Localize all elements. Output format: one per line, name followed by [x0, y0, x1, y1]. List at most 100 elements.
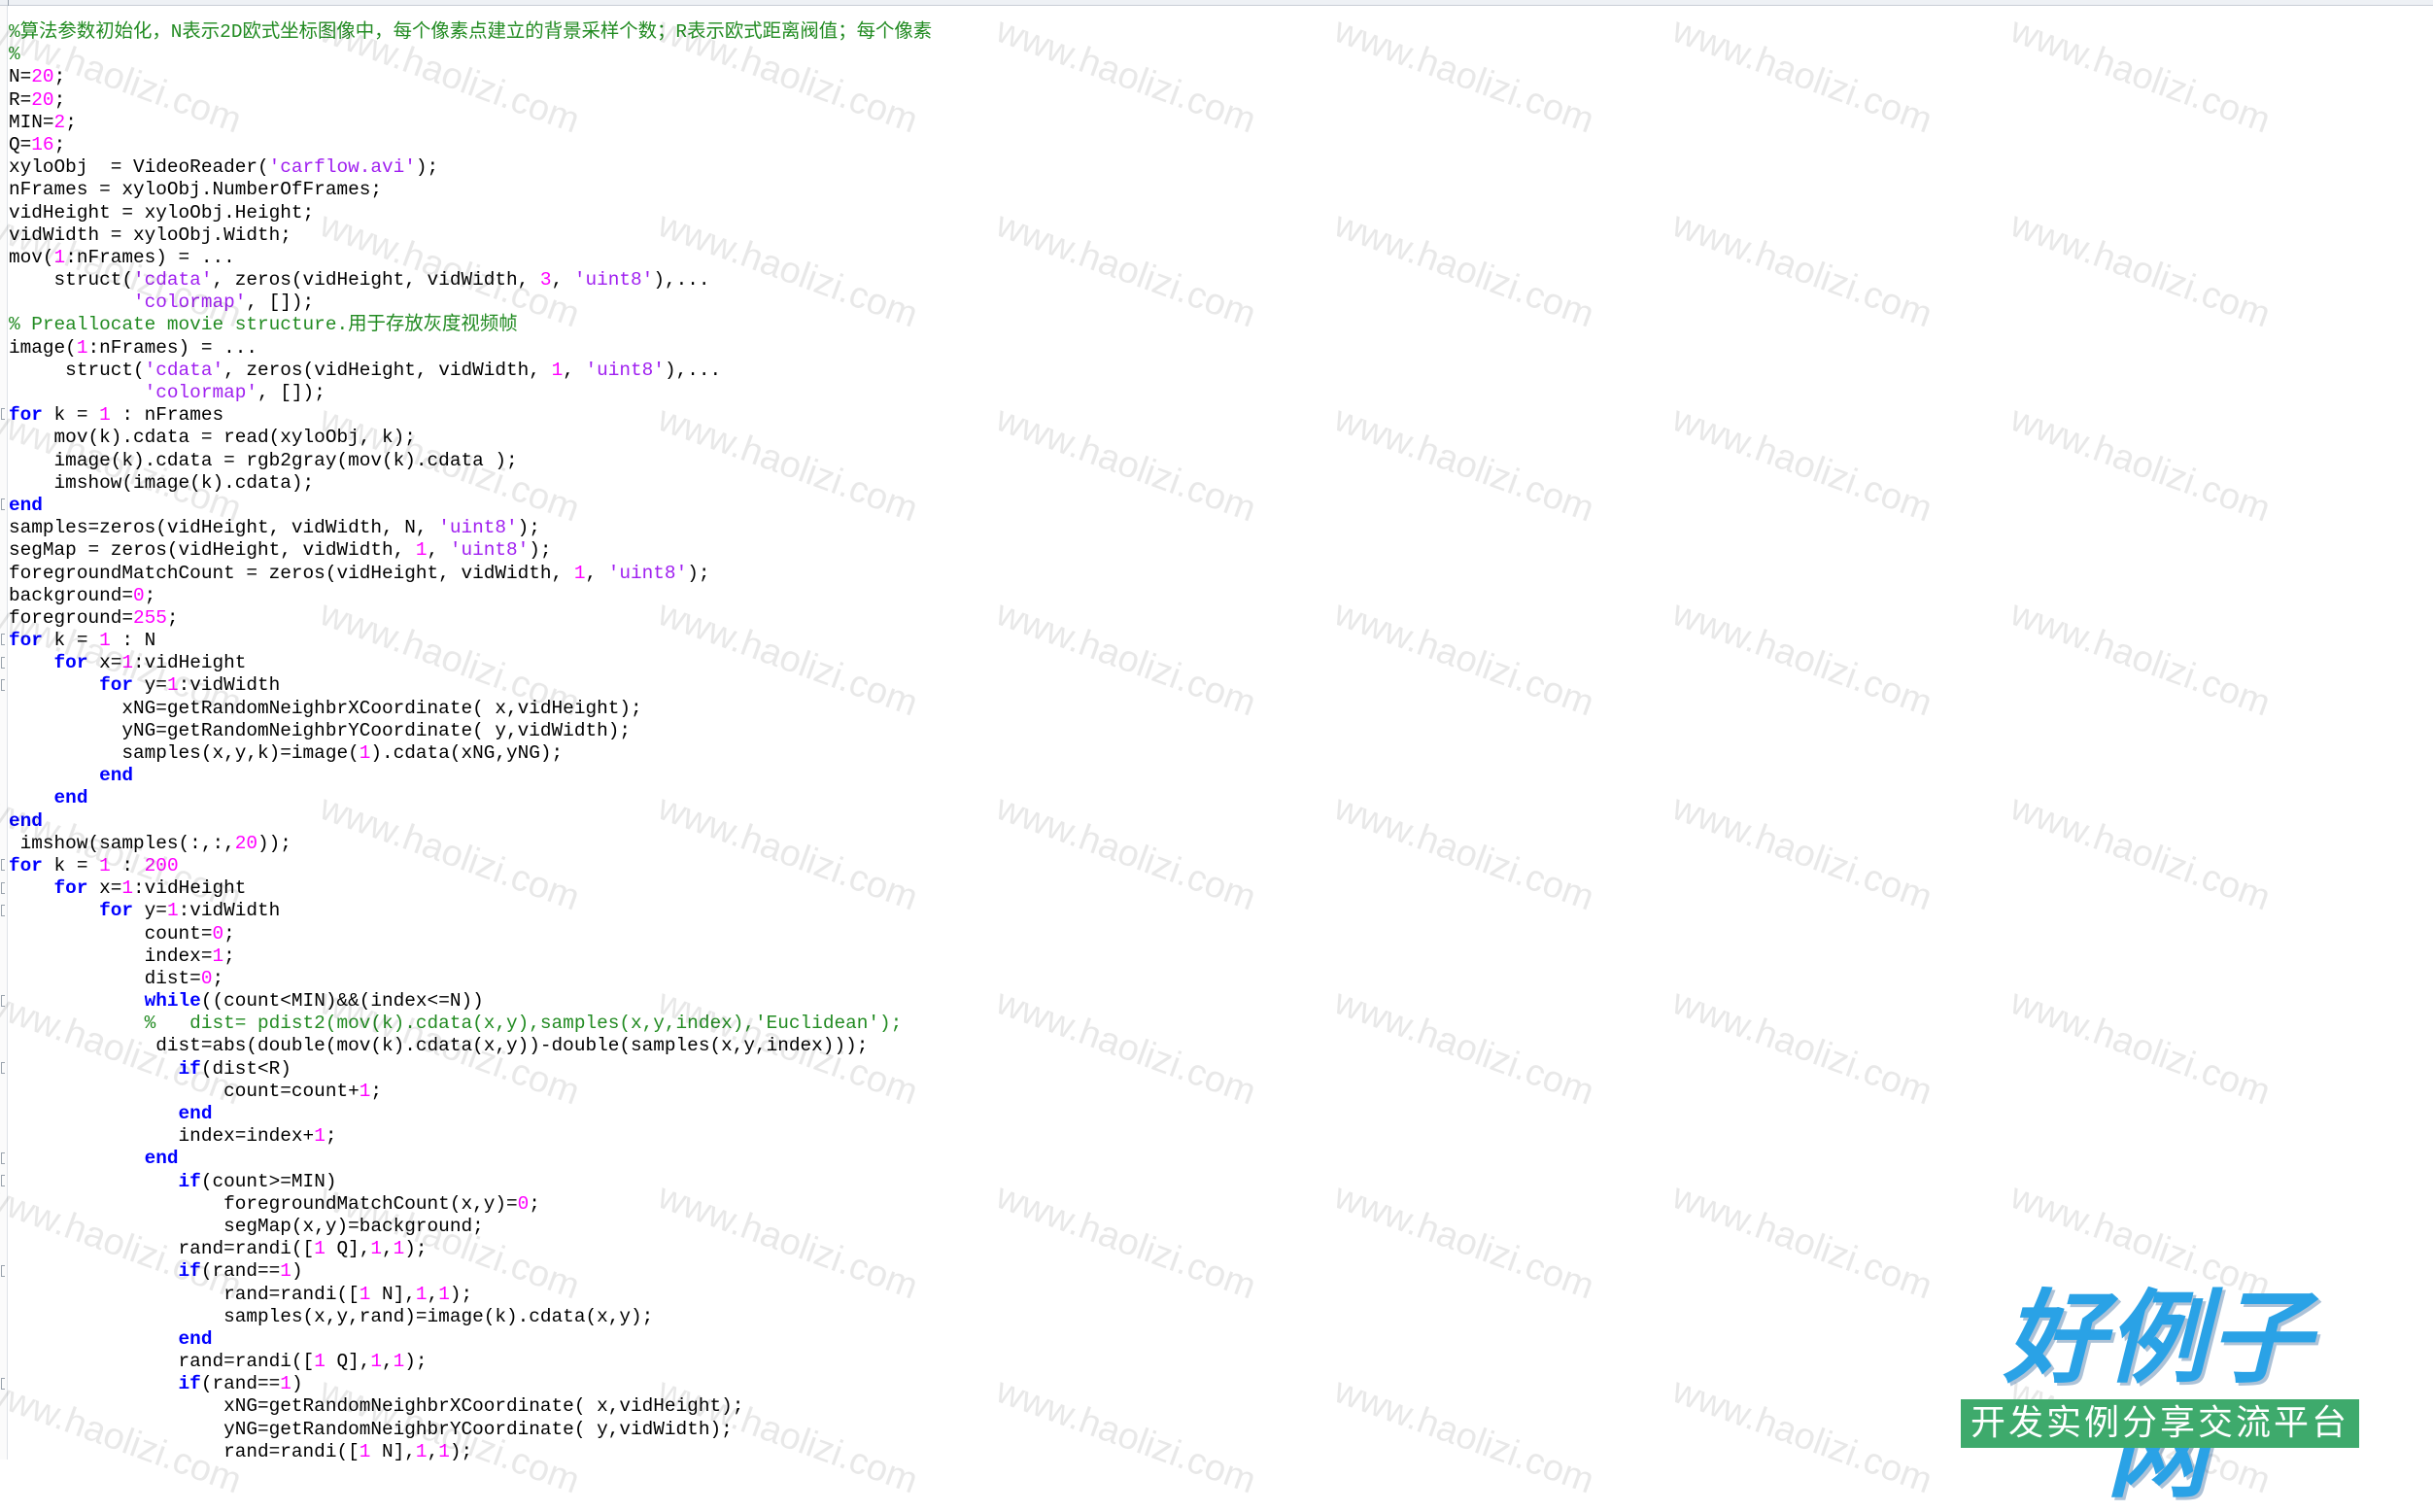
- fold-marker-icon[interactable]: [1, 1062, 5, 1075]
- code-line[interactable]: for k = 1 : nFrames: [9, 404, 932, 427]
- code-line[interactable]: samples=zeros(vidHeight, vidWidth, N, 'u…: [9, 517, 932, 539]
- code-line[interactable]: if(dist<R): [9, 1058, 932, 1081]
- code-line[interactable]: end: [9, 787, 932, 809]
- code-line[interactable]: for y=1:vidWidth: [9, 900, 932, 922]
- code-line[interactable]: struct('cdata', zeros(vidHeight, vidWidt…: [9, 360, 932, 382]
- code-line[interactable]: for x=1:vidHeight: [9, 652, 932, 674]
- code-text: xNG=getRandomNeighbrXCoordinate( x,vidHe…: [9, 1395, 744, 1418]
- code-comment: % dist= pdist2(mov(k).cdata(x,y),samples…: [144, 1013, 903, 1035]
- code-text: :vidWidth: [178, 674, 281, 697]
- code-line[interactable]: rand=randi([1 N],1,1);: [9, 1284, 932, 1306]
- code-line[interactable]: end: [9, 765, 932, 787]
- code-line[interactable]: foreground=255;: [9, 607, 932, 630]
- fold-marker-icon[interactable]: [1, 994, 5, 1007]
- code-number: 1: [166, 900, 179, 922]
- code-line[interactable]: if(rand==1): [9, 1373, 932, 1395]
- code-line[interactable]: index=1;: [9, 945, 932, 968]
- code-line[interactable]: if(rand==1): [9, 1260, 932, 1283]
- code-line[interactable]: end: [9, 1328, 932, 1351]
- code-line[interactable]: vidHeight = xyloObj.Height;: [9, 202, 932, 224]
- fold-marker-icon[interactable]: [1, 498, 5, 511]
- code-line[interactable]: xNG=getRandomNeighbrXCoordinate( x,vidHe…: [9, 698, 932, 720]
- code-line[interactable]: N=20;: [9, 66, 932, 88]
- code-line[interactable]: R=20;: [9, 89, 932, 112]
- code-line[interactable]: foregroundMatchCount = zeros(vidHeight, …: [9, 563, 932, 585]
- fold-marker-icon[interactable]: [1, 634, 5, 646]
- code-keyword: end: [178, 1327, 213, 1350]
- code-line[interactable]: for x=1:vidHeight: [9, 877, 932, 900]
- code-text: Q],: [325, 1238, 371, 1260]
- code-line[interactable]: end: [9, 810, 932, 833]
- fold-marker-icon[interactable]: [1, 881, 5, 894]
- code-text: (count>=MIN): [200, 1170, 337, 1192]
- code-line[interactable]: rand=randi([1 Q],1,1);: [9, 1238, 932, 1260]
- code-line[interactable]: imshow(image(k).cdata);: [9, 472, 932, 495]
- code-line[interactable]: while((count<MIN)&&(index<=N)): [9, 990, 932, 1013]
- code-line[interactable]: % dist= pdist2(mov(k).cdata(x,y),samples…: [9, 1013, 932, 1035]
- fold-marker-icon[interactable]: [1, 859, 5, 872]
- watermark-text: www.haolizi.com: [1328, 398, 1599, 531]
- code-line[interactable]: foregroundMatchCount(x,y)=0;: [9, 1193, 932, 1216]
- code-line[interactable]: nFrames = xyloObj.NumberOfFrames;: [9, 179, 932, 201]
- code-line[interactable]: for k = 1 : 200: [9, 855, 932, 877]
- fold-marker-icon[interactable]: [1, 1378, 5, 1390]
- code-line[interactable]: segMap = zeros(vidHeight, vidWidth, 1, '…: [9, 539, 932, 562]
- code-line[interactable]: segMap(x,y)=background;: [9, 1216, 932, 1238]
- code-line[interactable]: 'colormap', []);: [9, 292, 932, 314]
- code-line[interactable]: for y=1:vidWidth: [9, 674, 932, 697]
- code-text: , zeros(vidHeight, vidWidth,: [223, 359, 552, 381]
- code-text: ;: [166, 606, 179, 629]
- code-line[interactable]: Q=16;: [9, 134, 932, 156]
- code-line[interactable]: end: [9, 1103, 932, 1125]
- code-line[interactable]: %: [9, 44, 932, 66]
- fold-marker-icon[interactable]: [1, 904, 5, 916]
- fold-marker-icon[interactable]: [1, 678, 5, 691]
- code-text: ;: [370, 1080, 383, 1102]
- code-text: foreground=: [9, 606, 133, 629]
- code-line[interactable]: end: [9, 495, 932, 517]
- code-line[interactable]: yNG=getRandomNeighbrYCoordinate( y,vidWi…: [9, 720, 932, 742]
- code-line[interactable]: %算法参数初始化，N表示2D欧式坐标图像中，每个像素点建立的背景采样个数；R表示…: [9, 21, 932, 44]
- code-line[interactable]: image(k).cdata = rgb2gray(mov(k).cdata )…: [9, 450, 932, 472]
- code-text: ;: [53, 88, 66, 111]
- code-keyword: for: [9, 404, 43, 427]
- code-line[interactable]: mov(k).cdata = read(xyloObj, k);: [9, 427, 932, 449]
- code-text: samples(x,y,k)=image(: [9, 742, 360, 764]
- fold-marker-icon[interactable]: [1, 1152, 5, 1164]
- code-line[interactable]: % Preallocate movie structure.用于存放灰度视频帧: [9, 314, 932, 336]
- fold-marker-icon[interactable]: [1, 1175, 5, 1187]
- code-line[interactable]: count=0;: [9, 923, 932, 945]
- code-line[interactable]: background=0;: [9, 585, 932, 607]
- code-line[interactable]: samples(x,y,rand)=image(k).cdata(x,y);: [9, 1306, 932, 1328]
- fold-marker-icon[interactable]: [1, 408, 5, 421]
- fold-marker-icon[interactable]: [1, 1265, 5, 1277]
- code-line[interactable]: mov(1:nFrames) = ...: [9, 247, 932, 269]
- code-line[interactable]: 'colormap', []);: [9, 382, 932, 404]
- code-text: y=: [133, 674, 167, 697]
- code-line[interactable]: dist=0;: [9, 968, 932, 990]
- code-line[interactable]: MIN=2;: [9, 112, 932, 134]
- code-line[interactable]: xNG=getRandomNeighbrXCoordinate( x,vidHe…: [9, 1395, 932, 1418]
- code-line[interactable]: vidWidth = xyloObj.Width;: [9, 224, 932, 247]
- code-line[interactable]: dist=abs(double(mov(k).cdata(x,y))-doubl…: [9, 1035, 932, 1057]
- code-text: mov(: [9, 246, 54, 268]
- code-line[interactable]: yNG=getRandomNeighbrYCoordinate( y,vidWi…: [9, 1419, 932, 1441]
- code-line[interactable]: rand=randi([1 Q],1,1);: [9, 1351, 932, 1373]
- code-line[interactable]: end: [9, 1148, 932, 1170]
- code-line[interactable]: samples(x,y,k)=image(1).cdata(xNG,yNG);: [9, 742, 932, 765]
- code-number: 1: [314, 1125, 326, 1148]
- code-line[interactable]: imshow(samples(:,:,20));: [9, 833, 932, 855]
- code-line[interactable]: struct('cdata', zeros(vidHeight, vidWidt…: [9, 269, 932, 292]
- code-editor[interactable]: %算法参数初始化，N表示2D欧式坐标图像中，每个像素点建立的背景采样个数；R表示…: [9, 21, 932, 1463]
- code-line[interactable]: if(count>=MIN): [9, 1171, 932, 1193]
- code-comment: % Preallocate movie structure.用于存放灰度视频帧: [9, 314, 518, 336]
- code-line[interactable]: image(1:nFrames) = ...: [9, 337, 932, 360]
- code-line[interactable]: xyloObj = VideoReader('carflow.avi');: [9, 156, 932, 179]
- code-line[interactable]: rand=randi([1 N],1,1);: [9, 1441, 932, 1463]
- fold-marker-icon[interactable]: [1, 656, 5, 669]
- code-line[interactable]: for k = 1 : N: [9, 630, 932, 652]
- code-line[interactable]: index=index+1;: [9, 1125, 932, 1148]
- code-line[interactable]: count=count+1;: [9, 1081, 932, 1103]
